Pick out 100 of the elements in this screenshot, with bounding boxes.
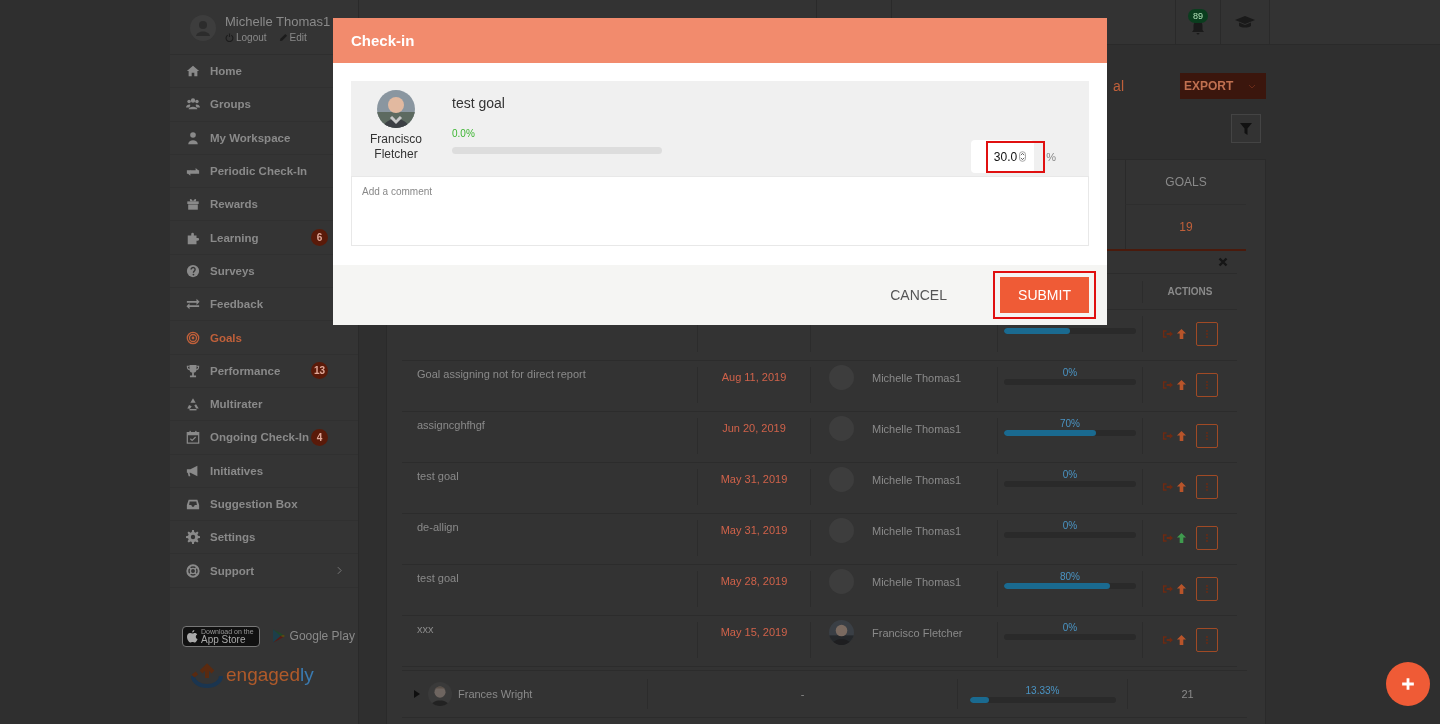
logo-icon: [190, 661, 224, 688]
more-button[interactable]: [1196, 526, 1218, 550]
export-button[interactable]: EXPORT: [1180, 73, 1266, 99]
nav-item[interactable]: Initiatives: [170, 454, 358, 488]
progress-label: 0%: [1062, 367, 1078, 379]
up-arrow-icon[interactable]: [1176, 380, 1187, 390]
dialog-title: Check-in: [351, 32, 415, 49]
progress-label: 80%: [1060, 571, 1080, 583]
owner-name: Michelle Thomas1: [872, 473, 962, 486]
due-date: May 28, 2019: [720, 575, 788, 587]
user-link[interactable]: Logout: [225, 32, 267, 43]
megaphone-icon: [186, 463, 200, 478]
comment-field[interactable]: Add a comment: [351, 176, 1089, 246]
goal-title: Goal assigning not for direct report: [417, 368, 586, 380]
goal-title: test goal: [417, 470, 459, 482]
exit-icon[interactable]: [1162, 482, 1173, 492]
nav-item[interactable]: Support: [170, 554, 358, 588]
count-badge: 6: [311, 229, 328, 247]
submit-button[interactable]: SUBMIT: [1000, 277, 1089, 313]
exit-icon[interactable]: [1162, 380, 1173, 390]
up-arrow-icon[interactable]: [1176, 482, 1187, 492]
user-link[interactable]: Edit: [278, 32, 307, 43]
up-arrow-icon[interactable]: [1176, 635, 1187, 645]
more-button[interactable]: [1196, 424, 1218, 448]
logo-text: engagedly: [226, 663, 314, 686]
up-arrow-icon[interactable]: [1176, 584, 1187, 594]
due-date: May 15, 2019: [720, 626, 788, 638]
goal-title: test goal: [417, 572, 459, 584]
nav-item[interactable]: Performance 13: [170, 354, 358, 388]
goal-title: xxx: [417, 623, 434, 635]
exit-icon[interactable]: [1162, 584, 1173, 594]
unit-label: %: [1046, 150, 1056, 163]
apple-icon: [187, 629, 198, 643]
filter-icon: [1240, 122, 1252, 135]
more-button[interactable]: [1196, 373, 1218, 397]
more-button[interactable]: [1196, 577, 1218, 601]
more-button[interactable]: [1196, 322, 1218, 346]
gift-icon: [186, 197, 200, 212]
inbox-icon: [186, 497, 200, 511]
cancel-button[interactable]: CANCEL: [890, 287, 947, 303]
more-button[interactable]: [1196, 628, 1218, 652]
pencil-icon: [278, 33, 288, 42]
owner-name: Francisco Fletcher: [872, 626, 963, 639]
goal-title: assigncghfhgf: [417, 419, 485, 431]
caret-icon[interactable]: [414, 690, 420, 698]
exit-icon[interactable]: [1162, 329, 1173, 339]
nav-item[interactable]: Multirater: [170, 387, 358, 422]
puzzle-icon: [186, 230, 200, 245]
due-date: Jun 20, 2019: [722, 422, 786, 434]
exit-icon[interactable]: [1162, 431, 1173, 441]
exit-icon[interactable]: [1162, 635, 1173, 645]
due-date: May 31, 2019: [720, 524, 788, 536]
due-date: Aug 11, 2019: [721, 371, 787, 383]
more-button[interactable]: [1196, 475, 1218, 499]
due-date: May 31, 2019: [720, 473, 788, 485]
due-date: -: [800, 688, 805, 700]
close-icon[interactable]: [1218, 257, 1228, 267]
person-icon: [186, 130, 200, 145]
google-play-badge[interactable]: Google Play: [272, 629, 355, 644]
graduation-cap-icon: [1235, 15, 1255, 29]
progress-label: 0%: [1062, 622, 1078, 634]
home-icon: [186, 64, 200, 79]
caret-icon: [1248, 83, 1256, 89]
page-heading: al: [1113, 78, 1124, 94]
progress-label: 0%: [1062, 469, 1078, 481]
goal-count: 21: [1181, 688, 1194, 700]
filter-button[interactable]: [1231, 114, 1261, 143]
notification-badge: 89: [1188, 9, 1208, 23]
nav-item[interactable]: Suggestion Box: [170, 487, 358, 522]
nav-item[interactable]: Settings: [170, 521, 358, 555]
user-name: Michelle Thomas1: [225, 14, 331, 29]
progress-label: 13.33%: [1025, 685, 1060, 697]
column-header: ACTIONS: [1142, 280, 1237, 303]
calendar-icon: [186, 430, 200, 445]
count-badge: 13: [311, 362, 328, 380]
goal-title: de-allign: [417, 521, 459, 533]
stat-value: 19: [1125, 204, 1246, 249]
swap-icon: [186, 297, 200, 312]
owner-name: Michelle Thomas1: [872, 371, 962, 384]
trophy-icon: [186, 363, 200, 378]
play-icon: [272, 629, 285, 644]
up-arrow-icon[interactable]: [1176, 431, 1187, 441]
group-icon: [186, 97, 200, 112]
up-arrow-icon[interactable]: [1176, 533, 1187, 543]
lifebuoy-icon: [186, 563, 200, 578]
plus-icon: [1401, 677, 1415, 691]
member-name: Frances Wright: [458, 688, 533, 700]
notifications-button[interactable]: 89: [1186, 9, 1210, 35]
up-arrow-icon[interactable]: [1176, 329, 1187, 339]
nav-item[interactable]: Ongoing Check-In 4: [170, 421, 358, 455]
owner-name: Francisco Fletcher: [369, 132, 423, 162]
progress-label: 0.0%: [452, 128, 476, 139]
owner-name: Michelle Thomas1: [872, 422, 962, 435]
progress-label: 70%: [1060, 418, 1080, 430]
owner-name: Michelle Thomas1: [872, 575, 962, 588]
spinner-icon[interactable]: [1019, 151, 1027, 162]
count-badge: 4: [311, 428, 328, 446]
progress-label: 0%: [1062, 520, 1078, 532]
add-button[interactable]: [1386, 662, 1430, 706]
help-icon: [186, 263, 200, 278]
